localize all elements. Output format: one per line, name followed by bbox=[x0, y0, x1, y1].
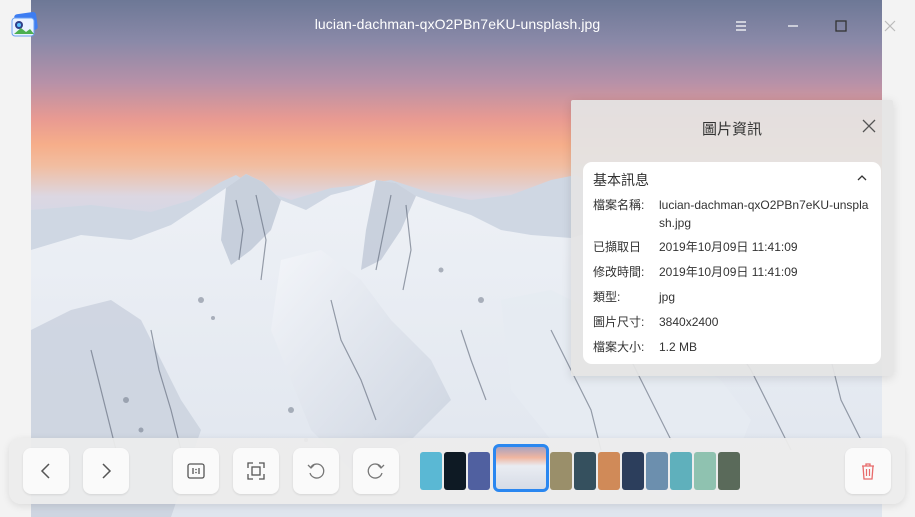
rotate-right-button[interactable] bbox=[353, 448, 399, 494]
maximize-button[interactable] bbox=[827, 12, 855, 40]
info-value: lucian-dachman-qxO2PBn7eKU-unsplash.jpg bbox=[659, 198, 869, 230]
image-info-panel: 圖片資訊 基本訊息 檔案名稱: lucian-dachman-qxO2PBn7e… bbox=[571, 100, 893, 376]
menu-icon bbox=[736, 21, 746, 31]
thumbnail[interactable] bbox=[694, 452, 716, 490]
close-icon bbox=[884, 20, 896, 32]
info-value: 1.2 MB bbox=[659, 340, 698, 354]
info-key: 檔案大小: bbox=[593, 340, 645, 354]
info-value: jpg bbox=[659, 290, 676, 304]
info-key: 檔案名稱: bbox=[593, 198, 645, 212]
thumbnail[interactable] bbox=[468, 452, 490, 490]
info-close-button[interactable] bbox=[861, 118, 877, 134]
minimize-button[interactable] bbox=[779, 12, 807, 40]
minimize-icon bbox=[788, 25, 798, 27]
thumbnail[interactable] bbox=[574, 452, 596, 490]
thumbnail[interactable] bbox=[646, 452, 668, 490]
chevron-up-icon bbox=[857, 175, 867, 181]
info-key: 修改時間: bbox=[593, 265, 645, 279]
info-panel-title: 圖片資訊 bbox=[701, 121, 762, 138]
info-key: 類型: bbox=[593, 290, 621, 304]
info-key: 已擷取日 bbox=[593, 240, 642, 254]
original-size-button[interactable] bbox=[173, 448, 219, 494]
info-value: 3840x2400 bbox=[659, 315, 719, 329]
title-bar: lucian-dachman-qxO2PBn7eKU-unsplash.jpg bbox=[0, 0, 915, 50]
delete-button[interactable] bbox=[845, 448, 891, 494]
next-button[interactable] bbox=[83, 448, 129, 494]
thumbnail[interactable] bbox=[444, 452, 466, 490]
rotate-right-icon bbox=[367, 463, 385, 479]
thumbnail[interactable] bbox=[550, 452, 572, 490]
original-size-icon bbox=[187, 463, 205, 479]
thumbnail[interactable] bbox=[420, 452, 442, 490]
thumbnail[interactable] bbox=[622, 452, 644, 490]
bottom-toolbar bbox=[9, 438, 905, 504]
previous-icon bbox=[40, 463, 50, 479]
thumbnail[interactable] bbox=[493, 444, 549, 492]
next-icon bbox=[102, 463, 112, 479]
section-title: 基本訊息 bbox=[593, 172, 649, 188]
previous-button[interactable] bbox=[23, 448, 69, 494]
thumbnail[interactable] bbox=[598, 452, 620, 490]
close-window-button[interactable] bbox=[876, 12, 904, 40]
delete-icon bbox=[862, 463, 874, 480]
thumbnail[interactable] bbox=[670, 452, 692, 490]
rotate-left-icon bbox=[307, 463, 325, 479]
info-value: 2019年10月09日 11:41:09 bbox=[659, 240, 798, 254]
fit-window-button[interactable] bbox=[233, 448, 279, 494]
collapse-button[interactable] bbox=[855, 171, 869, 185]
fit-window-icon bbox=[247, 462, 265, 480]
close-icon bbox=[862, 119, 876, 133]
rotate-left-button[interactable] bbox=[293, 448, 339, 494]
info-value: 2019年10月09日 11:41:09 bbox=[659, 265, 798, 279]
maximize-icon bbox=[835, 20, 847, 32]
info-key: 圖片尺寸: bbox=[593, 315, 645, 329]
thumbnail[interactable] bbox=[718, 452, 740, 490]
basic-info-card: 基本訊息 檔案名稱: lucian-dachman-qxO2PBn7eKU-un… bbox=[583, 162, 881, 364]
window-title: lucian-dachman-qxO2PBn7eKU-unsplash.jpg bbox=[314, 16, 601, 32]
thumbnail-strip bbox=[420, 444, 820, 494]
menu-button[interactable] bbox=[727, 12, 755, 40]
